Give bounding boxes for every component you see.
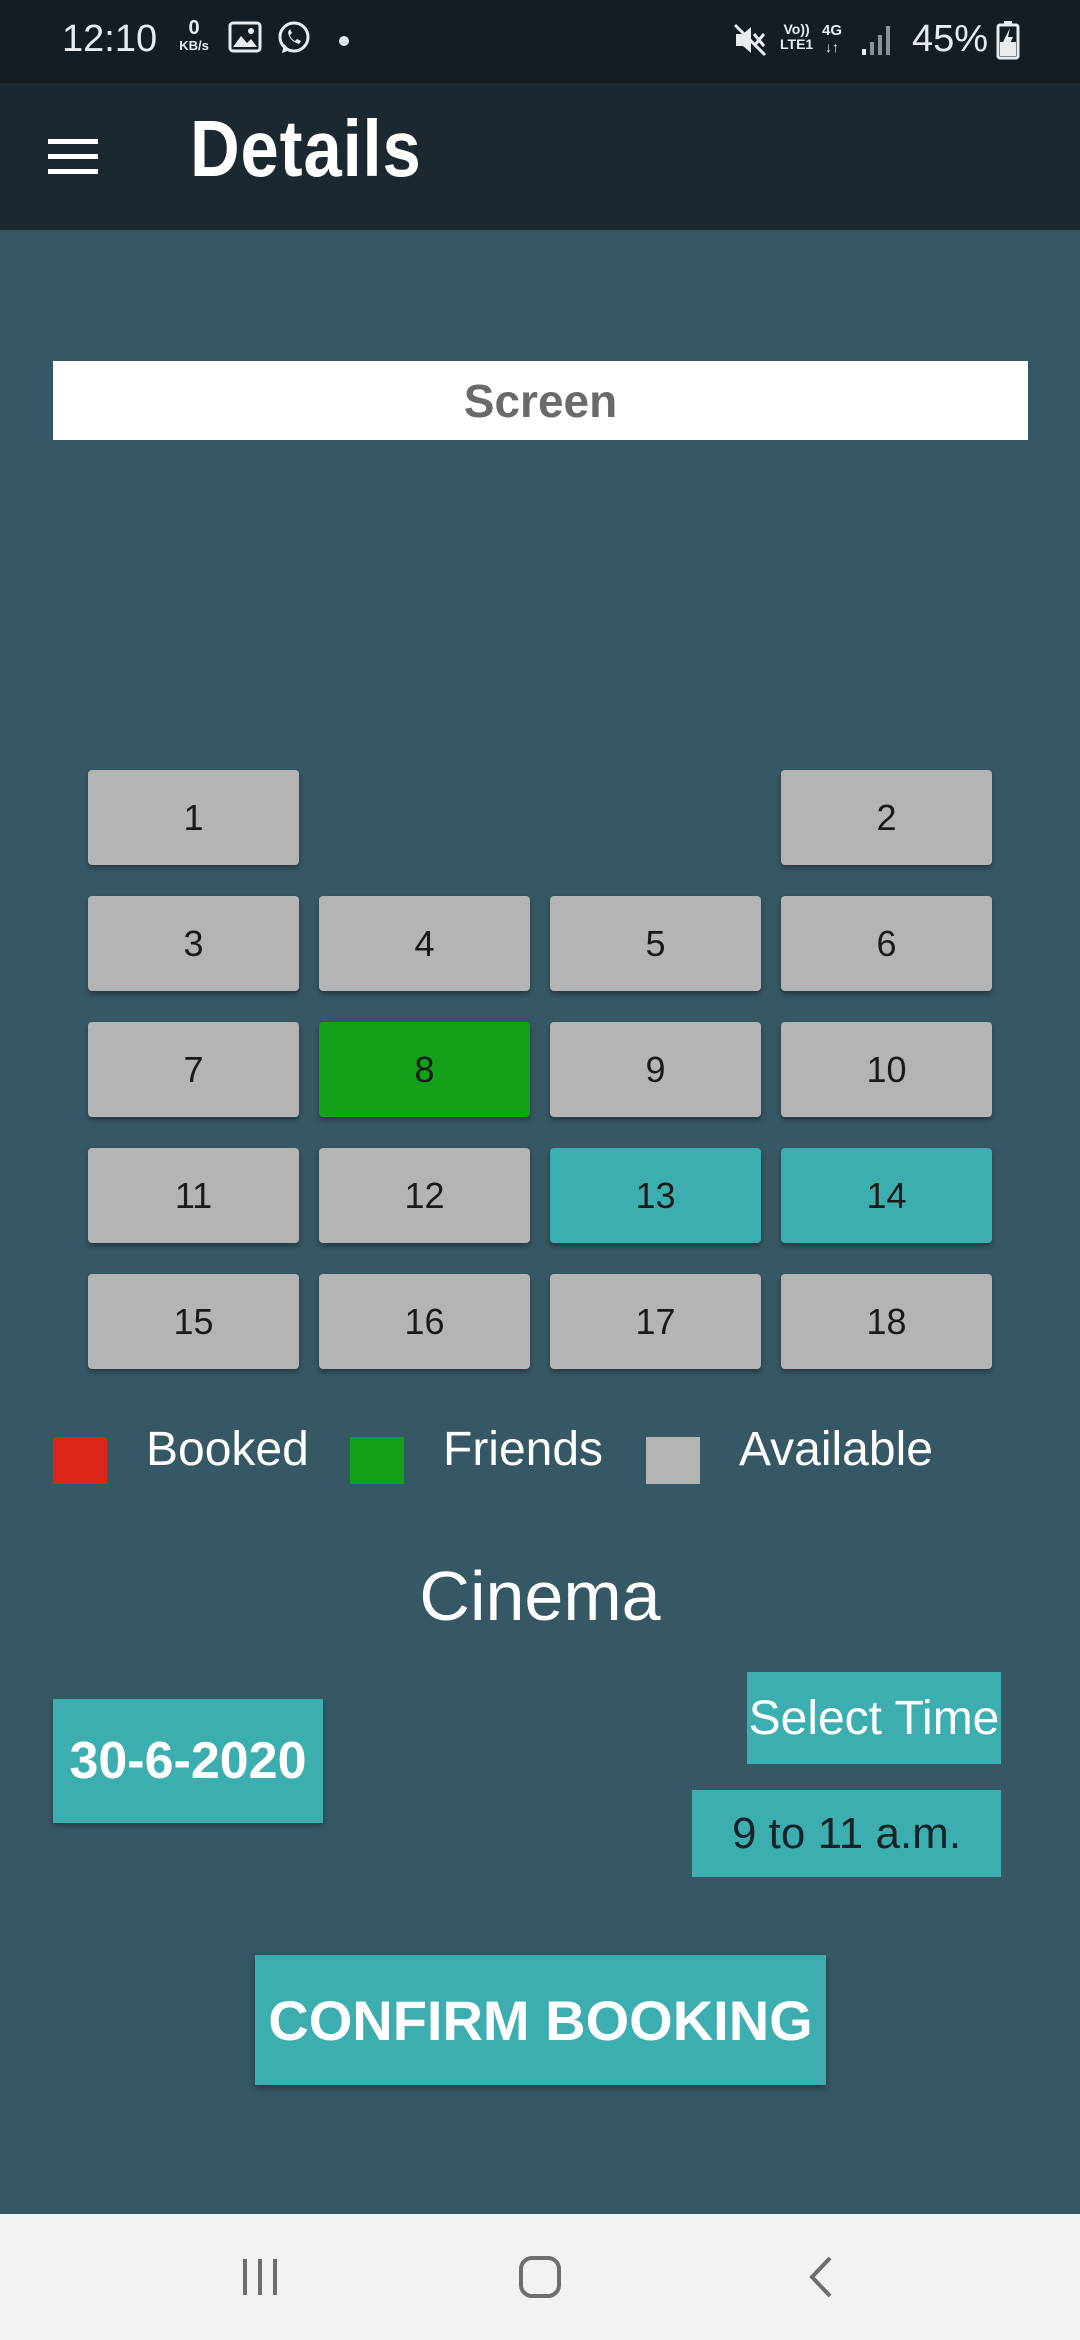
seat-17[interactable]: 17 [550,1274,761,1369]
net-speed-value: 0 [188,17,200,39]
app-bar: Details [0,83,1080,230]
seat-16[interactable]: 16 [319,1274,530,1369]
cinema-name: Cinema [419,1557,661,1635]
whatsapp-icon [276,20,312,61]
status-bar: 12:10 0 KB/s Vo)) LTE1 4G ↓↑ 45% [0,0,1080,83]
volte-indicator: Vo)) LTE1 [780,22,813,52]
select-time-button[interactable]: Select Time [747,1672,1001,1764]
legend-booked-swatch [53,1437,107,1484]
date-picker-button[interactable]: 30-6-2020 [53,1699,323,1823]
seat-11[interactable]: 11 [88,1148,299,1243]
legend-friends-swatch [350,1437,404,1484]
seat-3[interactable]: 3 [88,896,299,991]
seat-13[interactable]: 13 [550,1148,761,1243]
legend-available-swatch [646,1437,700,1484]
legend-available-label: Available [739,1423,933,1476]
mute-icon [732,22,768,63]
selected-time-slot[interactable]: 9 to 11 a.m. [692,1790,1001,1877]
confirm-booking-button[interactable]: CONFIRM BOOKING [255,1955,826,2085]
gallery-icon [228,20,262,59]
system-nav-bar [0,2214,1080,2340]
recents-icon[interactable] [210,2214,310,2340]
seat-5[interactable]: 5 [550,896,761,991]
signal-icon [858,22,898,63]
status-time: 12:10 [62,18,158,60]
battery-charging-icon [996,20,1020,65]
seat-10[interactable]: 10 [781,1022,992,1117]
net-speed-indicator: 0 KB/s [174,18,214,53]
hamburger-menu-icon[interactable] [40,123,106,189]
legend-booked-label: Booked [146,1423,309,1476]
seat-7[interactable]: 7 [88,1022,299,1117]
seat-2[interactable]: 2 [781,770,992,865]
seat-1[interactable]: 1 [88,770,299,865]
seat-14[interactable]: 14 [781,1148,992,1243]
battery-percent: 45% [912,18,989,60]
seat-4[interactable]: 4 [319,896,530,991]
home-icon[interactable] [490,2214,590,2340]
seat-6[interactable]: 6 [781,896,992,991]
seat-12[interactable]: 12 [319,1148,530,1243]
net-speed-unit: KB/s [179,38,209,53]
seat-9[interactable]: 9 [550,1022,761,1117]
seat-18[interactable]: 18 [781,1274,992,1369]
network-type-label: 4G [822,22,843,39]
legend-friends-label: Friends [443,1423,604,1476]
seat-8[interactable]: 8 [319,1022,530,1117]
seat-15[interactable]: 15 [88,1274,299,1369]
back-icon[interactable] [772,2214,872,2340]
notification-dot [339,36,349,46]
screen-indicator: Screen [53,361,1028,440]
lte-label: LTE1 [780,36,814,52]
volte-label: Vo)) [783,21,810,37]
page-title: Details [190,104,422,193]
network-type-indicator: 4G ↓↑ [822,22,843,55]
